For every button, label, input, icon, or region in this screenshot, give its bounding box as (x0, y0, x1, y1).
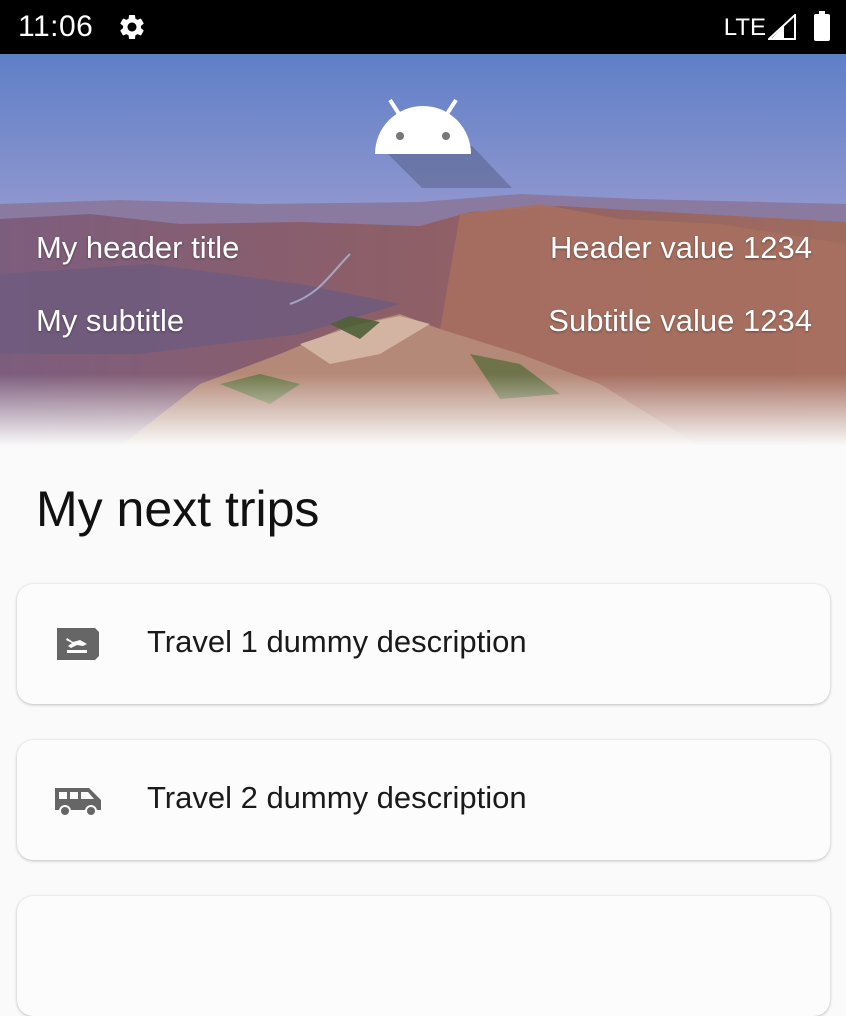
trip-card[interactable]: Travel 2 dummy description (17, 740, 830, 860)
android-icon (375, 98, 512, 188)
status-bar: 11:06 LTE (0, 0, 846, 54)
trip-card[interactable]: Travel 1 dummy description (17, 584, 830, 704)
signal-icon (768, 14, 796, 40)
trip-description: Travel 2 dummy description (147, 780, 527, 815)
gear-icon (120, 14, 144, 39)
network-type: LTE (723, 14, 766, 41)
status-time: 11:06 (18, 10, 94, 43)
trip-description: Travel 1 dummy description (147, 624, 527, 659)
trip-card[interactable] (17, 896, 830, 1016)
header-subtitle: My subtitle (36, 303, 185, 338)
flight-land-icon (57, 628, 99, 660)
section-title: My next trips (36, 481, 320, 537)
shuttle-icon (55, 788, 101, 817)
header-value: Header value 1234 (550, 230, 812, 265)
header: My header title Header value 1234 My sub… (0, 54, 846, 446)
battery-icon (814, 11, 830, 41)
header-title: My header title (36, 230, 240, 265)
header-subtitle-value: Subtitle value 1234 (548, 303, 812, 338)
